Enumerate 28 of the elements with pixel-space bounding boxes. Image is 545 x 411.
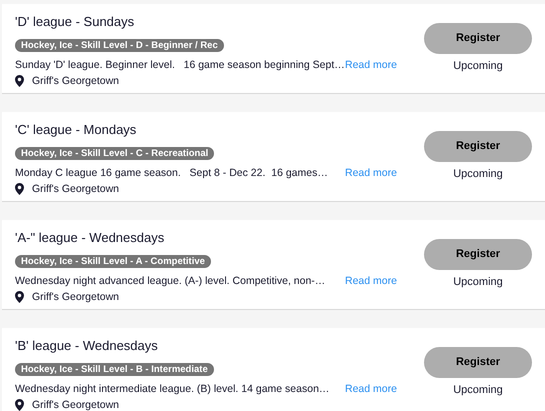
register-button[interactable]: Register bbox=[424, 23, 532, 54]
skill-tag: Hockey, Ice - Skill Level - D - Beginner / Rec bbox=[15, 39, 224, 52]
league-title: 'A-" league - Wednesdays bbox=[15, 230, 166, 246]
register-button[interactable]: Register bbox=[424, 347, 532, 378]
register-button[interactable]: Register bbox=[424, 239, 532, 270]
register-button[interactable]: Register bbox=[424, 131, 532, 162]
skill-tag: Hockey, Ice - Skill Level - C - Recreational bbox=[15, 147, 214, 160]
league-title: 'C' league - Mondays bbox=[15, 122, 138, 138]
location-pin-icon bbox=[15, 183, 24, 195]
location-text: Griff's Georgetown bbox=[32, 398, 120, 411]
league-description: Sunday 'D' league. Beginner level. 16 game season beginning Sept… bbox=[15, 58, 345, 72]
status-text: Upcoming bbox=[453, 383, 503, 398]
location-text: Griff's Georgetown bbox=[32, 290, 120, 304]
location-text: Griff's Georgetown bbox=[32, 74, 120, 88]
skill-tag: Hockey, Ice - Skill Level - B - Intermediate bbox=[15, 363, 214, 376]
skill-tag: Hockey, Ice - Skill Level - A - Competitive bbox=[15, 255, 211, 268]
status-text: Upcoming bbox=[453, 275, 503, 290]
league-description: Wednesday night advanced league. (A-) level. Competitive, non-… bbox=[15, 274, 326, 288]
status-text: Upcoming bbox=[453, 167, 503, 182]
league-title: 'D' league - Sundays bbox=[15, 14, 136, 30]
league-title: 'B' league - Wednesdays bbox=[15, 338, 159, 354]
status-text: Upcoming bbox=[453, 59, 503, 74]
location-pin-icon bbox=[15, 75, 24, 87]
league-description: Wednesday night intermediate league. (B) level. 14 game season… bbox=[15, 382, 330, 396]
location-pin-icon bbox=[15, 291, 24, 303]
location-text: Griff's Georgetown bbox=[32, 182, 120, 196]
location-pin-icon bbox=[15, 399, 24, 411]
league-description: Monday C league 16 game season. Sept 8 - Dec 22. 16 games… bbox=[15, 166, 329, 180]
